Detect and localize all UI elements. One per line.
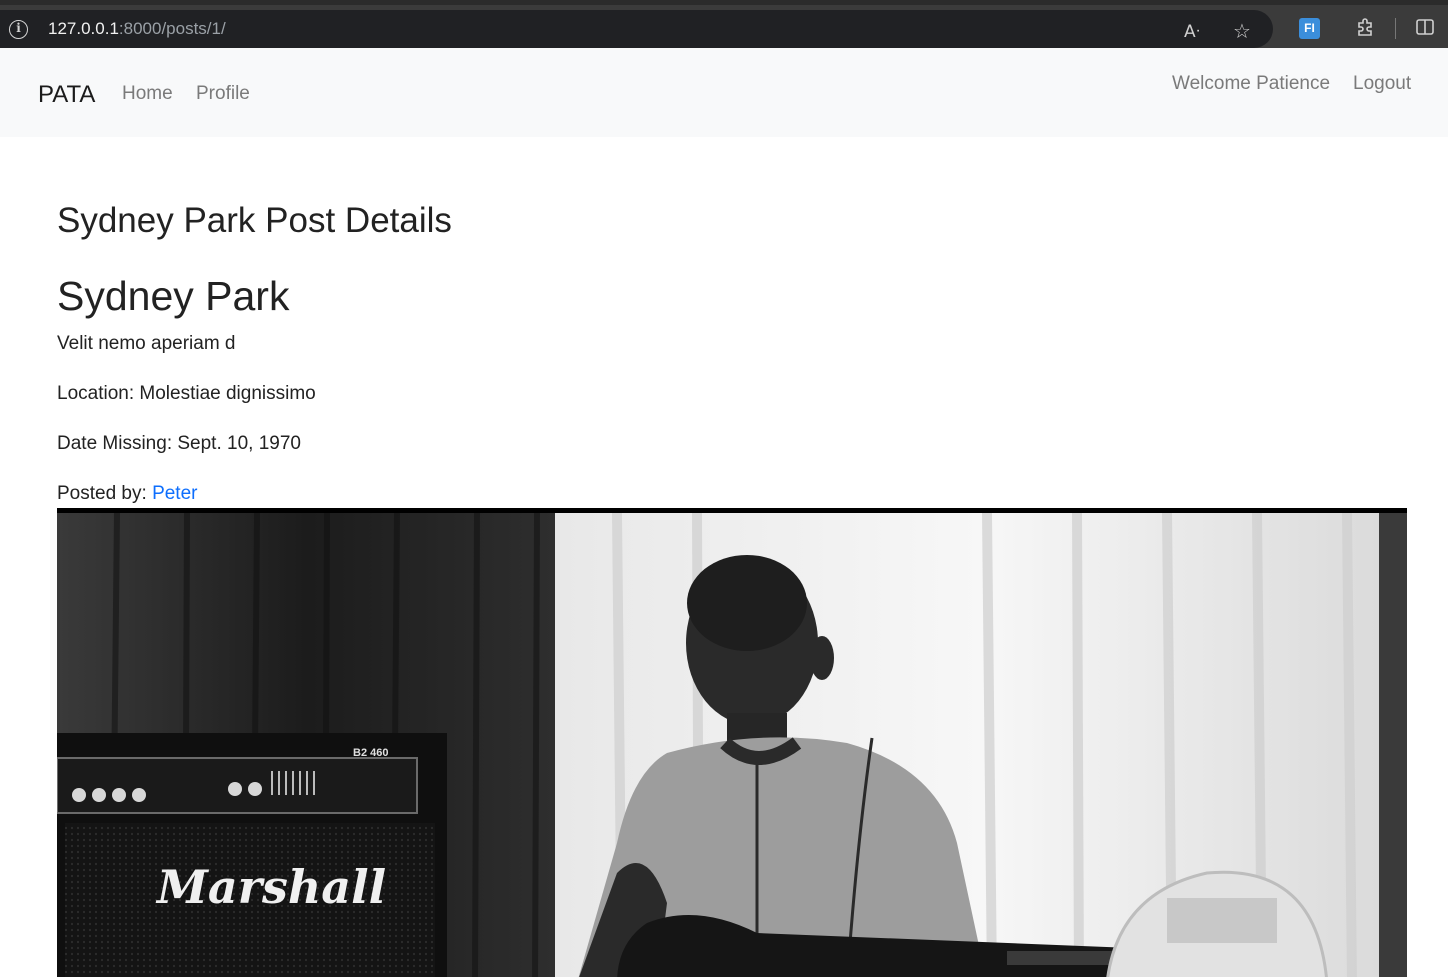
post-photo-image: B2 460 Marshall xyxy=(57,513,1407,977)
extension-fi-icon[interactable]: FI xyxy=(1299,18,1320,39)
address-bar[interactable]: i 127.0.0.1:8000/posts/1/ Aᐧ ☆ xyxy=(0,10,1273,48)
post-photo: B2 460 Marshall xyxy=(57,508,1407,977)
amp-brand-logo: Marshall xyxy=(155,860,386,914)
nav-link-logout[interactable]: Logout xyxy=(1353,73,1411,95)
site-navbar: PATA Home Profile Welcome Patience Logou… xyxy=(0,48,1448,137)
nav-welcome-user[interactable]: Welcome Patience xyxy=(1172,73,1330,95)
post-description: Velit nemo aperiam d xyxy=(57,333,236,354)
post-name: Sydney Park xyxy=(57,273,290,319)
posted-by-user-link[interactable]: Peter xyxy=(152,483,197,504)
star-icon[interactable]: ☆ xyxy=(1233,22,1251,42)
posted-by-label: Posted by: xyxy=(57,483,147,504)
navbar-brand[interactable]: PATA xyxy=(38,81,95,109)
page-title: Sydney Park Post Details xyxy=(57,201,452,240)
url-text[interactable]: 127.0.0.1:8000/posts/1/ xyxy=(48,19,226,39)
nav-link-profile[interactable]: Profile xyxy=(196,83,250,105)
toolbar-divider xyxy=(1395,18,1396,39)
site-info-icon[interactable]: i xyxy=(9,20,28,39)
post-author: Posted by: Peter xyxy=(57,483,197,505)
post-date-missing: Date Missing: Sept. 10, 1970 xyxy=(57,433,301,454)
url-host: 127.0.0.1 xyxy=(48,19,119,38)
url-path: :8000/posts/1/ xyxy=(118,19,226,38)
nav-link-home[interactable]: Home xyxy=(122,83,173,105)
read-aloud-icon[interactable]: Aᐧ xyxy=(1184,22,1200,42)
extensions-puzzle-icon[interactable] xyxy=(1355,17,1375,41)
amp-model-label: B2 460 xyxy=(353,747,388,759)
split-screen-icon[interactable] xyxy=(1415,17,1435,41)
browser-toolbar: i 127.0.0.1:8000/posts/1/ Aᐧ ☆ FI xyxy=(0,0,1448,48)
post-location: Location: Molestiae dignissimo xyxy=(57,383,316,404)
